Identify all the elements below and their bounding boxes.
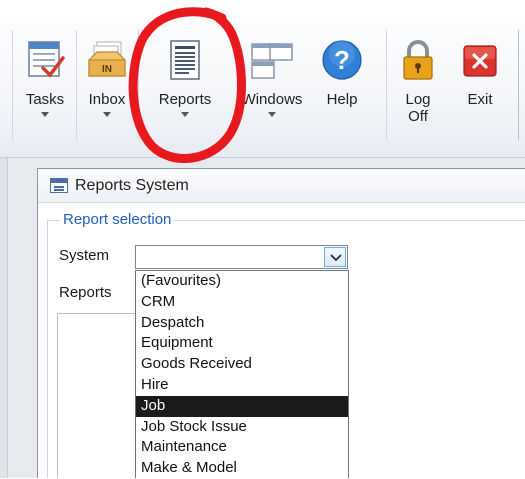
- window-title: Reports System: [75, 176, 189, 194]
- system-combo[interactable]: [135, 245, 348, 269]
- window-title-bar[interactable]: Reports System: [38, 169, 525, 203]
- exit-icon: [458, 38, 502, 82]
- dropdown-item-maintenance[interactable]: Maintenance: [136, 437, 348, 458]
- reports-label: Reports: [59, 284, 112, 301]
- exit-button[interactable]: Exit: [458, 30, 502, 140]
- help-icon: ?: [320, 38, 364, 82]
- dropdown-item-hire[interactable]: Hire: [136, 375, 348, 396]
- inbox-button[interactable]: IN Inbox: [82, 30, 132, 140]
- ribbon-separator: [138, 30, 139, 140]
- ribbon-separator: [76, 30, 77, 140]
- help-button[interactable]: ? Help: [320, 30, 364, 140]
- group-label: Report selection: [60, 211, 175, 228]
- dropdown-item-crm[interactable]: CRM: [136, 292, 348, 313]
- chevron-down-icon: [103, 112, 111, 117]
- inbox-icon: IN: [85, 38, 129, 82]
- form-icon: [50, 178, 68, 193]
- lock-icon: [396, 38, 440, 82]
- help-icon-text: ?: [334, 45, 350, 75]
- system-dropdown-list[interactable]: (Favourites) CRM Despatch Equipment Good…: [135, 270, 349, 478]
- windows-button[interactable]: Windows: [236, 30, 308, 140]
- tasks-button[interactable]: Tasks: [20, 30, 70, 140]
- dropdown-item-goods-received[interactable]: Goods Received: [136, 354, 348, 375]
- chevron-down-icon: [330, 254, 342, 262]
- chevron-down-icon: [268, 112, 276, 117]
- inbox-label: Inbox: [88, 91, 126, 108]
- dropdown-item-favourites[interactable]: (Favourites): [136, 271, 348, 292]
- ribbon-toolbar: Tasks IN Inbox Reports Windows ? Help Lo…: [0, 0, 525, 158]
- reports-button[interactable]: Reports: [150, 30, 220, 140]
- ribbon-separator: [518, 30, 519, 140]
- inbox-icon-text: IN: [102, 64, 112, 75]
- reports-label: Reports: [158, 91, 212, 108]
- system-label: System: [59, 247, 110, 264]
- exit-label: Exit: [467, 91, 493, 108]
- navigation-pane-edge: [0, 158, 8, 478]
- chevron-down-icon: [41, 112, 49, 117]
- dropdown-item-despatch[interactable]: Despatch: [136, 313, 348, 334]
- tasks-icon: [23, 38, 67, 82]
- tasks-label: Tasks: [25, 91, 65, 108]
- ribbon-separator: [12, 30, 13, 140]
- logoff-label: Log Off: [405, 91, 431, 125]
- windows-icon: [250, 38, 294, 82]
- dropdown-item-equipment[interactable]: Equipment: [136, 333, 348, 354]
- chevron-down-icon: [181, 112, 189, 117]
- dropdown-item-job[interactable]: Job: [136, 395, 348, 417]
- help-label: Help: [326, 91, 358, 108]
- dropdown-item-job-stock-issue[interactable]: Job Stock Issue: [136, 417, 348, 438]
- ribbon-separator: [386, 30, 387, 140]
- combo-dropdown-button[interactable]: [324, 247, 346, 267]
- reports-list[interactable]: [57, 313, 137, 478]
- ribbon-top-strip: [0, 0, 525, 22]
- reports-icon: [163, 38, 207, 82]
- logoff-button[interactable]: Log Off: [396, 30, 440, 140]
- dropdown-item-make-model[interactable]: Make & Model: [136, 458, 348, 479]
- windows-label: Windows: [241, 91, 303, 108]
